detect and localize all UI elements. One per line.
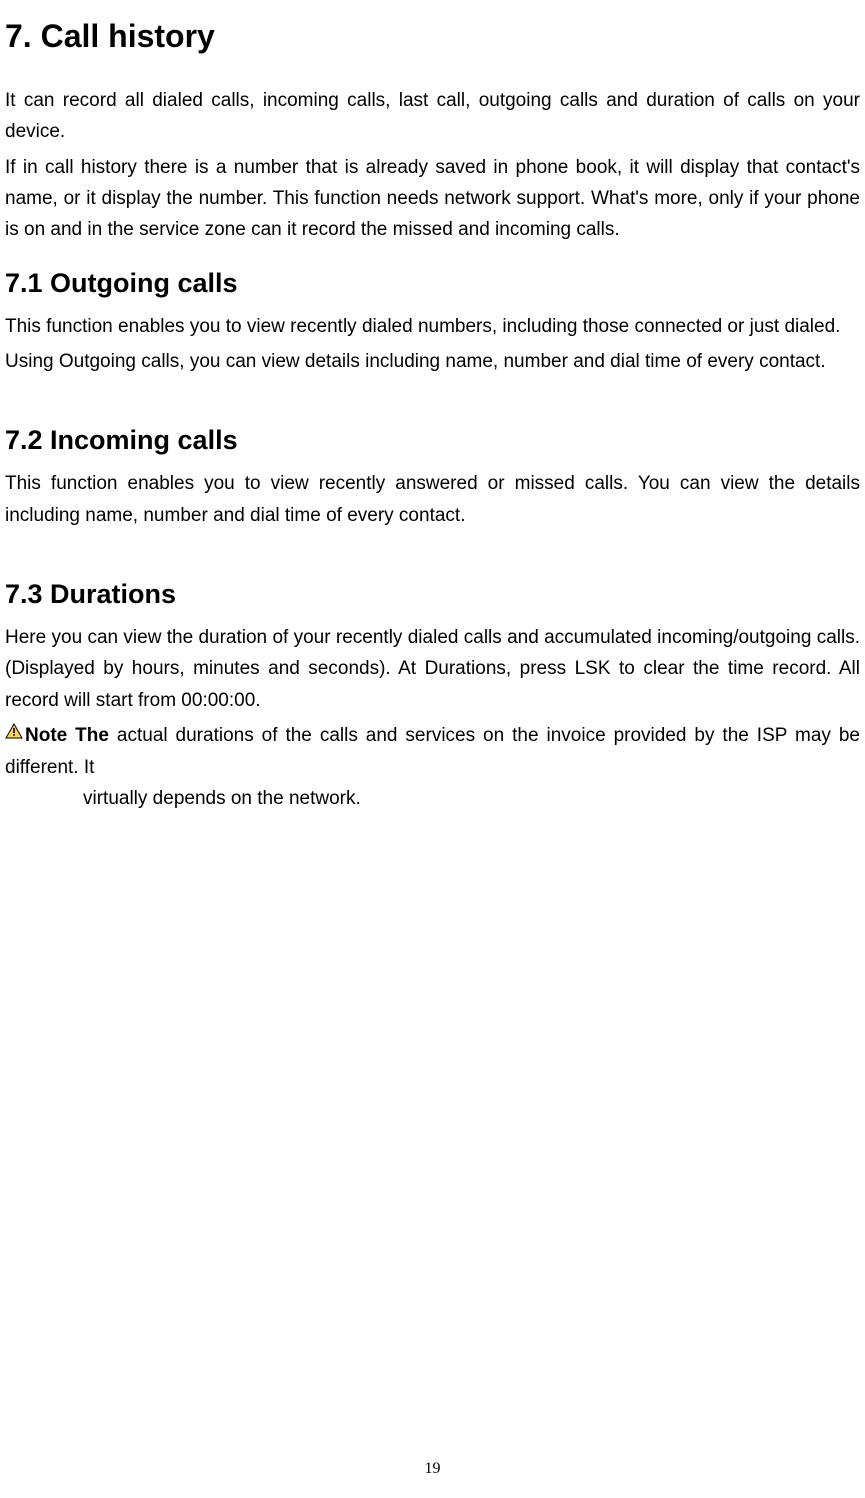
incoming-paragraph-1: This function enables you to view recent… xyxy=(5,468,860,531)
note-bold-text: Note The xyxy=(25,725,109,746)
intro-paragraph-1: It can record all dialed calls, incoming… xyxy=(5,85,860,148)
note-line-2: virtually depends on the network. xyxy=(5,783,860,814)
page-number: 19 xyxy=(0,1460,865,1478)
durations-paragraph-1: Here you can view the duration of your r… xyxy=(5,622,860,716)
intro-paragraph-2: If in call history there is a number tha… xyxy=(5,152,860,246)
outgoing-paragraph-1: This function enables you to view recent… xyxy=(5,311,860,342)
heading-call-history: 7. Call history xyxy=(5,18,860,55)
heading-incoming-calls: 7.2 Incoming calls xyxy=(5,425,860,456)
note-line-1: Note The actual durations of the calls a… xyxy=(5,720,860,783)
warning-icon xyxy=(5,718,23,749)
note-rest-text: actual durations of the calls and servic… xyxy=(5,725,860,778)
outgoing-paragraph-2: Using Outgoing calls, you can view detai… xyxy=(5,346,860,377)
heading-durations: 7.3 Durations xyxy=(5,579,860,610)
heading-outgoing-calls: 7.1 Outgoing calls xyxy=(5,268,860,299)
